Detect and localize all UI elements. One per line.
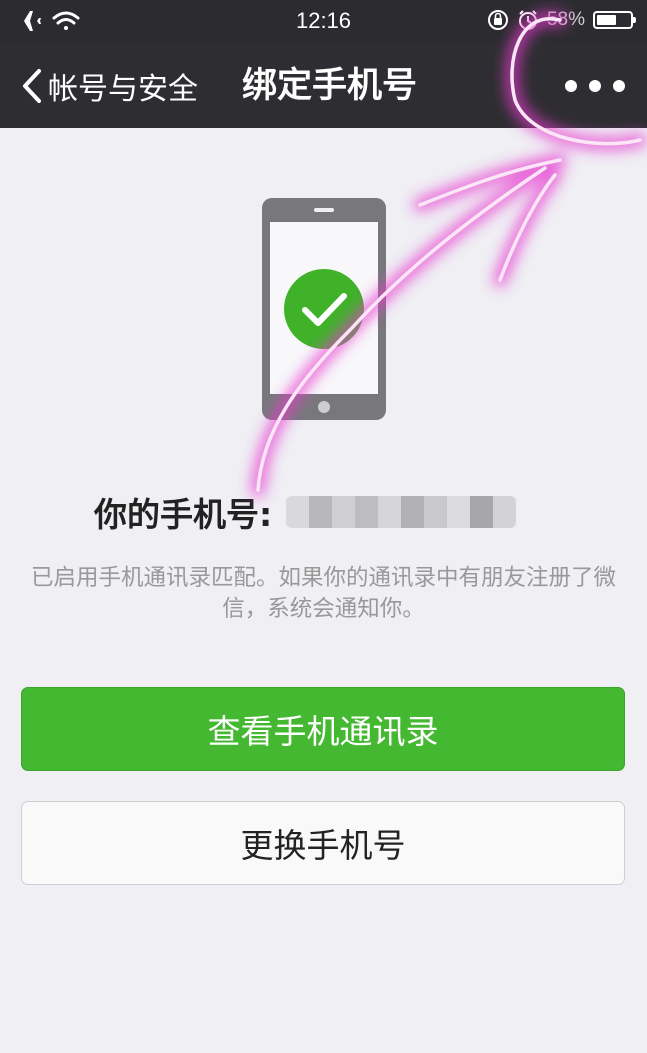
orientation-lock-icon — [487, 10, 508, 30]
more-dots-icon[interactable] — [565, 70, 625, 102]
change-number-button[interactable]: 更换手机号 — [21, 801, 625, 885]
check-circle — [284, 269, 364, 349]
battery-percent: 58% — [546, 9, 585, 30]
phone-number-label: 你的手机号: — [94, 495, 273, 534]
battery-level — [597, 15, 616, 25]
view-contacts-button[interactable]: 查看手机通讯录 — [21, 687, 625, 771]
alarm-icon — [518, 10, 537, 30]
page-title: 绑定手机号 — [242, 66, 418, 106]
phone-check-icon — [262, 198, 386, 420]
nav-bar: 帐号与安全 绑定手机号 — [0, 42, 647, 128]
contacts-matching-description: 已启用手机通讯录匹配。如果你的通讯录中有朋友注册了微信，系统会通知你。 — [30, 565, 616, 622]
battery-icon — [593, 11, 636, 29]
phone-number-value-blurred — [286, 496, 517, 528]
status-bar: 12:16 58% — [0, 0, 647, 42]
back-label: 帐号与安全 — [48, 72, 198, 107]
chevron-left-icon — [23, 69, 41, 103]
status-right-icons: 58% — [487, 9, 636, 31]
back-button[interactable]: 帐号与安全 — [22, 64, 198, 108]
phone-number-row: 你的手机号: — [94, 488, 517, 536]
